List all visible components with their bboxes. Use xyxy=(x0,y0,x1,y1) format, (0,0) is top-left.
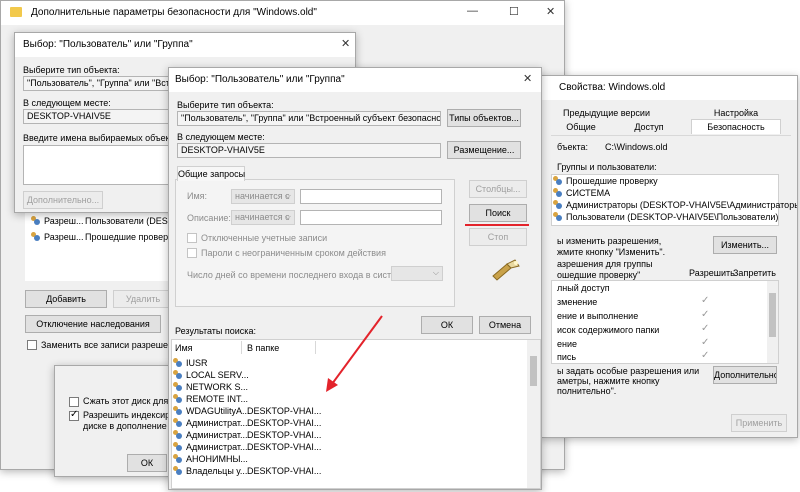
arrow-shaft xyxy=(331,315,383,385)
arrowhead-icon xyxy=(326,378,338,392)
annotation-arrow xyxy=(326,315,383,392)
